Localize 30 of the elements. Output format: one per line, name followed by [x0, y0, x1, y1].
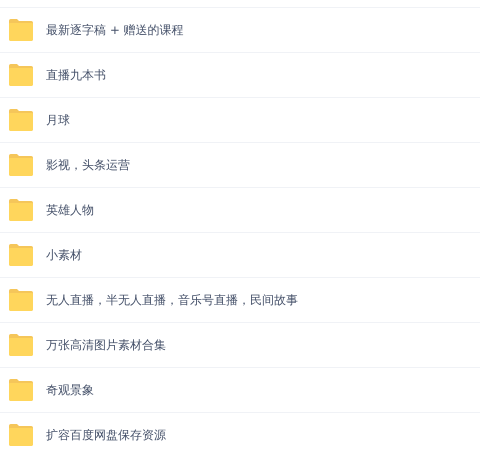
folder-name: 小素材 — [46, 246, 82, 264]
folder-name: 扩容百度网盘保存资源 — [46, 426, 166, 444]
folder-icon — [8, 289, 34, 311]
folder-row[interactable]: 扩容百度网盘保存资源 — [0, 412, 480, 449]
folder-row[interactable]: 月球 — [0, 97, 480, 142]
folder-icon — [8, 19, 34, 41]
folder-row[interactable]: 直播九本书 — [0, 52, 480, 97]
folder-name: 万张高清图片素材合集 — [46, 336, 166, 354]
folder-name: 直播九本书 — [46, 66, 106, 84]
folder-row[interactable]: 奇观景象 — [0, 367, 480, 412]
folder-name: 最新逐字稿 + 赠送的课程 — [46, 22, 184, 38]
folder-row[interactable]: 小素材 — [0, 232, 480, 277]
folder-row[interactable]: 万张高清图片素材合集 — [0, 322, 480, 367]
folder-icon — [8, 154, 34, 176]
folder-name: 英雄人物 — [46, 202, 94, 218]
folder-row[interactable]: 无人直播，半无人直播，音乐号直播，民间故事 — [0, 277, 480, 322]
folder-icon — [8, 64, 34, 86]
folder-icon — [8, 424, 34, 446]
folder-icon — [8, 199, 34, 221]
folder-name: 月球 — [46, 112, 70, 128]
folder-row[interactable]: 最新逐字稿 + 赠送的课程 — [0, 7, 480, 52]
folder-name: 影视，头条运营 — [46, 156, 130, 174]
folder-icon — [8, 244, 34, 266]
folder-row[interactable]: 影视，头条运营 — [0, 142, 480, 187]
folder-row[interactable]: 英雄人物 — [0, 187, 480, 232]
folder-name: 奇观景象 — [46, 382, 94, 398]
folder-icon — [8, 109, 34, 131]
folder-icon — [8, 334, 34, 356]
folder-icon — [8, 379, 34, 401]
folder-name: 无人直播，半无人直播，音乐号直播，民间故事 — [46, 292, 298, 308]
